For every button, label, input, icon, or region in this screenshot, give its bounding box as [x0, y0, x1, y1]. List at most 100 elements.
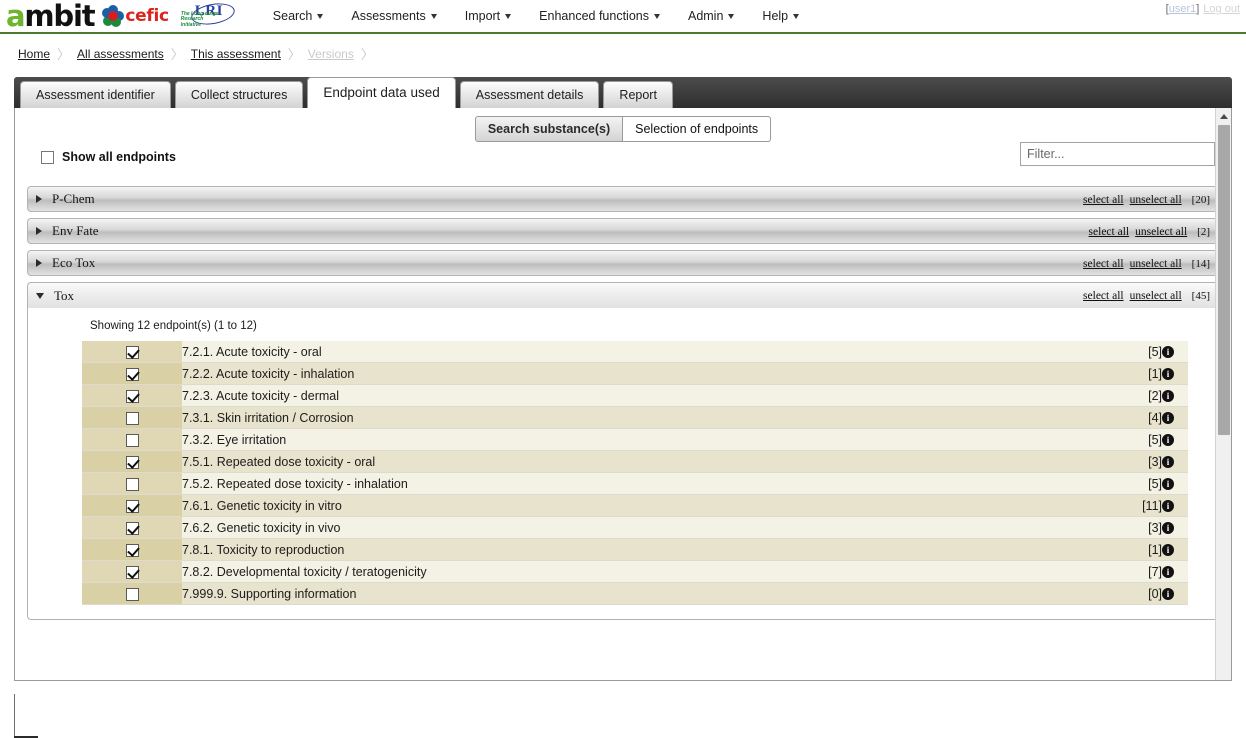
endpoint-checkbox[interactable] — [125, 411, 139, 425]
info-icon[interactable]: i — [1162, 346, 1174, 359]
unselect-all-link[interactable]: unselect all — [1135, 226, 1187, 238]
table-row[interactable]: 7.2.1. Acute toxicity - oral [5] i — [82, 340, 1188, 363]
endpoint-checkbox-cell[interactable] — [82, 582, 182, 605]
breadcrumb-item-this-assessment[interactable]: This assessment — [191, 47, 281, 61]
tab-collect-structures[interactable]: Collect structures — [174, 81, 304, 108]
select-all-link[interactable]: select all — [1083, 258, 1124, 270]
endpoint-checkbox-cell[interactable] — [82, 538, 182, 561]
subtab-search-substances[interactable]: Search substance(s) — [474, 116, 624, 142]
nav-item-help[interactable]: Help — [748, 5, 813, 27]
endpoint-checkbox-cell[interactable] — [82, 560, 182, 583]
tab-endpoint-data-used[interactable]: Endpoint data used — [307, 77, 456, 108]
nav-item-admin[interactable]: Admin — [674, 5, 748, 27]
unselect-all-link[interactable]: unselect all — [1130, 194, 1182, 206]
accordion-header-tox[interactable]: Tox select all unselect all [45] — [27, 282, 1219, 308]
table-row[interactable]: 7.5.1. Repeated dose toxicity - oral [3]… — [82, 450, 1188, 473]
endpoint-info-cell[interactable]: i — [1162, 494, 1188, 517]
endpoint-checkbox[interactable] — [125, 433, 139, 447]
endpoint-checkbox-cell[interactable] — [82, 428, 182, 451]
endpoint-info-cell[interactable]: i — [1162, 362, 1188, 385]
endpoint-checkbox[interactable] — [125, 587, 139, 601]
endpoint-checkbox[interactable] — [125, 367, 139, 381]
user-name-link[interactable]: user1 — [1169, 3, 1197, 15]
endpoint-info-cell[interactable]: i — [1162, 516, 1188, 539]
logout-link[interactable]: Log out — [1203, 3, 1240, 15]
endpoint-checkbox-cell[interactable] — [82, 406, 182, 429]
show-all-endpoints-control[interactable]: Show all endpoints — [41, 150, 1231, 164]
endpoint-info-cell[interactable]: i — [1162, 472, 1188, 495]
endpoint-info-cell[interactable]: i — [1162, 428, 1188, 451]
endpoint-checkbox[interactable] — [125, 499, 139, 513]
endpoint-info-cell[interactable]: i — [1162, 560, 1188, 583]
select-all-link[interactable]: select all — [1083, 194, 1124, 206]
table-row[interactable]: 7.8.1. Toxicity to reproduction [1] i — [82, 538, 1188, 561]
info-icon[interactable]: i — [1162, 456, 1174, 469]
nav-item-import[interactable]: Import — [451, 5, 525, 27]
info-icon[interactable]: i — [1162, 588, 1174, 601]
table-row[interactable]: 7.3.1. Skin irritation / Corrosion [4] i — [82, 406, 1188, 429]
endpoint-checkbox-cell[interactable] — [82, 494, 182, 517]
tab-report[interactable]: Report — [603, 81, 673, 108]
info-icon[interactable]: i — [1162, 522, 1174, 535]
subtab-selection-of-endpoints[interactable]: Selection of endpoints — [623, 116, 772, 142]
scrollbar-thumb[interactable] — [1218, 125, 1230, 435]
breadcrumb-item-all-assessments[interactable]: All assessments — [77, 47, 164, 61]
endpoint-info-cell[interactable]: i — [1162, 538, 1188, 561]
info-icon[interactable]: i — [1162, 478, 1174, 491]
endpoint-info-cell[interactable]: i — [1162, 384, 1188, 407]
accordion-header-eco-tox[interactable]: Eco Tox select all unselect all [14] — [27, 250, 1219, 276]
endpoint-checkbox-cell[interactable] — [82, 516, 182, 539]
unselect-all-link[interactable]: unselect all — [1130, 290, 1182, 302]
breadcrumb-item-versions[interactable]: Versions — [308, 47, 354, 61]
endpoint-checkbox[interactable] — [125, 389, 139, 403]
info-icon[interactable]: i — [1162, 544, 1174, 557]
endpoint-info-cell[interactable]: i — [1162, 450, 1188, 473]
endpoint-checkbox[interactable] — [125, 477, 139, 491]
breadcrumb-item-home[interactable]: Home — [18, 47, 50, 61]
endpoint-info-cell[interactable]: i — [1162, 406, 1188, 429]
endpoint-info-cell[interactable]: i — [1162, 340, 1188, 363]
info-icon[interactable]: i — [1162, 412, 1174, 425]
info-icon[interactable]: i — [1162, 434, 1174, 447]
table-row[interactable]: 7.2.3. Acute toxicity - dermal [2] i — [82, 384, 1188, 407]
nav-item-search[interactable]: Search — [259, 5, 338, 27]
endpoint-info-cell[interactable]: i — [1162, 582, 1188, 605]
endpoint-checkbox-cell[interactable] — [82, 472, 182, 495]
nav-item-assessments[interactable]: Assessments — [337, 5, 450, 27]
tab-assessment-details[interactable]: Assessment details — [459, 81, 600, 108]
show-all-endpoints-checkbox[interactable] — [41, 150, 54, 164]
accordion-header-p-chem[interactable]: P-Chem select all unselect all [20] — [27, 186, 1219, 212]
tab-assessment-identifier[interactable]: Assessment identifier — [20, 81, 171, 108]
select-all-link[interactable]: select all — [1089, 226, 1130, 238]
table-row[interactable]: 7.6.2. Genetic toxicity in vivo [3] i — [82, 516, 1188, 539]
endpoint-checkbox[interactable] — [125, 455, 139, 469]
table-row[interactable]: 7.8.2. Developmental toxicity / teratoge… — [82, 560, 1188, 583]
user-bracket-close: ] — [1196, 3, 1200, 15]
endpoint-checkbox[interactable] — [125, 345, 139, 359]
page-frame-left-line — [14, 694, 15, 738]
endpoint-checkbox[interactable] — [125, 565, 139, 579]
nav-item-enhanced-functions[interactable]: Enhanced functions — [525, 5, 674, 27]
endpoint-checkbox-cell[interactable] — [82, 384, 182, 407]
endpoint-checkbox-cell[interactable] — [82, 362, 182, 385]
endpoint-checkbox[interactable] — [125, 543, 139, 557]
endpoint-checkbox-cell[interactable] — [82, 340, 182, 363]
vertical-scrollbar[interactable] — [1215, 108, 1231, 680]
info-icon[interactable]: i — [1162, 390, 1174, 403]
table-row[interactable]: 7.5.2. Repeated dose toxicity - inhalati… — [82, 472, 1188, 495]
table-row[interactable]: 7.6.1. Genetic toxicity in vitro [11] i — [82, 494, 1188, 517]
endpoint-checkbox-cell[interactable] — [82, 450, 182, 473]
info-icon[interactable]: i — [1162, 500, 1174, 513]
table-row[interactable]: 7.999.9. Supporting information [0] i — [82, 582, 1188, 605]
unselect-all-link[interactable]: unselect all — [1130, 258, 1182, 270]
accordion-header-env-fate[interactable]: Env Fate select all unselect all [2] — [27, 218, 1219, 244]
info-icon[interactable]: i — [1162, 368, 1174, 381]
select-all-link[interactable]: select all — [1083, 290, 1124, 302]
endpoint-checkbox[interactable] — [125, 521, 139, 535]
info-icon[interactable]: i — [1162, 566, 1174, 579]
table-row[interactable]: 7.3.2. Eye irritation [5] i — [82, 428, 1188, 451]
scroll-up-button[interactable] — [1216, 108, 1231, 124]
nav-label: Admin — [687, 9, 724, 23]
accordion-env-fate: Env Fate select all unselect all [2] — [27, 218, 1219, 244]
table-row[interactable]: 7.2.2. Acute toxicity - inhalation [1] i — [82, 362, 1188, 385]
